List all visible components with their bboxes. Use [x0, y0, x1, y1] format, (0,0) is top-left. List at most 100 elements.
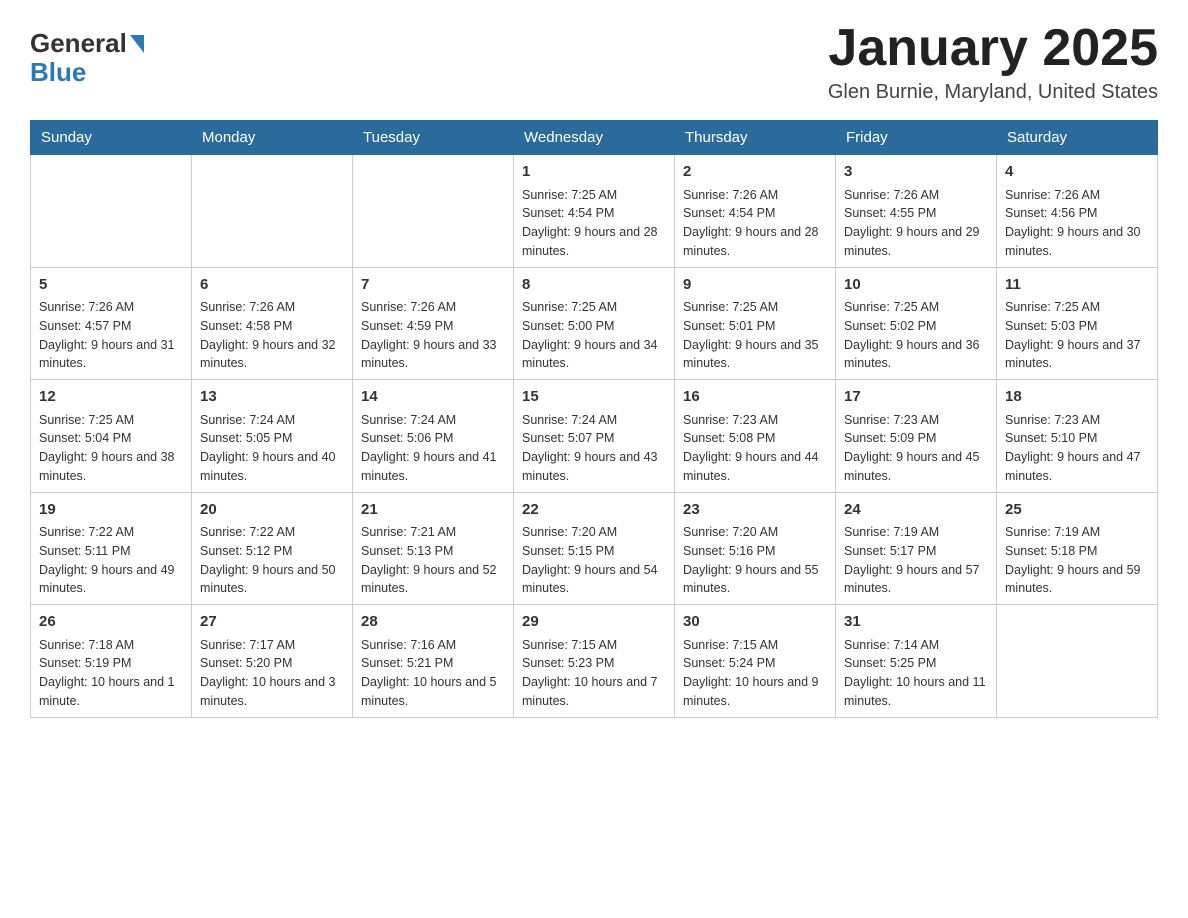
calendar-week-4: 19Sunrise: 7:22 AMSunset: 5:11 PMDayligh… [31, 492, 1158, 605]
daylight-text: Daylight: 9 hours and 49 minutes. [39, 561, 183, 599]
calendar-cell [192, 155, 353, 268]
calendar-cell: 5Sunrise: 7:26 AMSunset: 4:57 PMDaylight… [31, 267, 192, 380]
sunrise-text: Sunrise: 7:26 AM [361, 298, 505, 317]
daylight-text: Daylight: 9 hours and 29 minutes. [844, 223, 988, 261]
sunset-text: Sunset: 5:21 PM [361, 654, 505, 673]
sunset-text: Sunset: 5:08 PM [683, 429, 827, 448]
day-number: 28 [361, 611, 505, 634]
day-number: 14 [361, 386, 505, 409]
logo-container: General Blue [30, 28, 144, 88]
calendar-week-3: 12Sunrise: 7:25 AMSunset: 5:04 PMDayligh… [31, 380, 1158, 493]
day-number: 18 [1005, 386, 1149, 409]
daylight-text: Daylight: 9 hours and 33 minutes. [361, 336, 505, 374]
calendar-cell [997, 605, 1158, 718]
sunrise-text: Sunrise: 7:26 AM [39, 298, 183, 317]
day-number: 13 [200, 386, 344, 409]
sunrise-text: Sunrise: 7:25 AM [522, 186, 666, 205]
sunrise-text: Sunrise: 7:26 AM [844, 186, 988, 205]
calendar-cell: 6Sunrise: 7:26 AMSunset: 4:58 PMDaylight… [192, 267, 353, 380]
calendar-cell: 18Sunrise: 7:23 AMSunset: 5:10 PMDayligh… [997, 380, 1158, 493]
sunrise-text: Sunrise: 7:14 AM [844, 636, 988, 655]
calendar-cell: 14Sunrise: 7:24 AMSunset: 5:06 PMDayligh… [353, 380, 514, 493]
sunset-text: Sunset: 5:25 PM [844, 654, 988, 673]
logo-triangle-icon [130, 35, 144, 53]
sunset-text: Sunset: 5:16 PM [683, 542, 827, 561]
sunset-text: Sunset: 5:00 PM [522, 317, 666, 336]
daylight-text: Daylight: 9 hours and 50 minutes. [200, 561, 344, 599]
calendar-cell: 30Sunrise: 7:15 AMSunset: 5:24 PMDayligh… [675, 605, 836, 718]
day-number: 16 [683, 386, 827, 409]
sunrise-text: Sunrise: 7:20 AM [522, 523, 666, 542]
daylight-text: Daylight: 9 hours and 31 minutes. [39, 336, 183, 374]
sunset-text: Sunset: 4:55 PM [844, 204, 988, 223]
calendar-cell: 10Sunrise: 7:25 AMSunset: 5:02 PMDayligh… [836, 267, 997, 380]
sunrise-text: Sunrise: 7:25 AM [844, 298, 988, 317]
sunrise-text: Sunrise: 7:25 AM [1005, 298, 1149, 317]
calendar-cell: 27Sunrise: 7:17 AMSunset: 5:20 PMDayligh… [192, 605, 353, 718]
day-number: 15 [522, 386, 666, 409]
logo: General Blue [30, 28, 144, 88]
calendar-cell: 8Sunrise: 7:25 AMSunset: 5:00 PMDaylight… [514, 267, 675, 380]
sunrise-text: Sunrise: 7:15 AM [522, 636, 666, 655]
calendar-cell: 23Sunrise: 7:20 AMSunset: 5:16 PMDayligh… [675, 492, 836, 605]
daylight-text: Daylight: 9 hours and 35 minutes. [683, 336, 827, 374]
sunrise-text: Sunrise: 7:24 AM [200, 411, 344, 430]
sunrise-text: Sunrise: 7:22 AM [39, 523, 183, 542]
day-number: 11 [1005, 274, 1149, 297]
calendar-cell: 13Sunrise: 7:24 AMSunset: 5:05 PMDayligh… [192, 380, 353, 493]
calendar-cell: 7Sunrise: 7:26 AMSunset: 4:59 PMDaylight… [353, 267, 514, 380]
calendar-cell [353, 155, 514, 268]
calendar-cell: 4Sunrise: 7:26 AMSunset: 4:56 PMDaylight… [997, 155, 1158, 268]
calendar-week-2: 5Sunrise: 7:26 AMSunset: 4:57 PMDaylight… [31, 267, 1158, 380]
sunset-text: Sunset: 5:06 PM [361, 429, 505, 448]
page-header: General Blue January 2025 Glen Burnie, M… [30, 20, 1158, 104]
calendar-cell: 21Sunrise: 7:21 AMSunset: 5:13 PMDayligh… [353, 492, 514, 605]
calendar-cell: 16Sunrise: 7:23 AMSunset: 5:08 PMDayligh… [675, 380, 836, 493]
daylight-text: Daylight: 9 hours and 52 minutes. [361, 561, 505, 599]
sunrise-text: Sunrise: 7:18 AM [39, 636, 183, 655]
sunrise-text: Sunrise: 7:26 AM [683, 186, 827, 205]
sunrise-text: Sunrise: 7:16 AM [361, 636, 505, 655]
sunrise-text: Sunrise: 7:17 AM [200, 636, 344, 655]
title-section: January 2025 Glen Burnie, Maryland, Unit… [828, 20, 1158, 104]
day-number: 25 [1005, 499, 1149, 522]
sunrise-text: Sunrise: 7:25 AM [39, 411, 183, 430]
day-number: 24 [844, 499, 988, 522]
calendar-header-row: SundayMondayTuesdayWednesdayThursdayFrid… [31, 121, 1158, 155]
sunset-text: Sunset: 4:57 PM [39, 317, 183, 336]
daylight-text: Daylight: 9 hours and 44 minutes. [683, 448, 827, 486]
daylight-text: Daylight: 9 hours and 36 minutes. [844, 336, 988, 374]
day-number: 9 [683, 274, 827, 297]
sunrise-text: Sunrise: 7:20 AM [683, 523, 827, 542]
day-number: 21 [361, 499, 505, 522]
calendar-cell: 11Sunrise: 7:25 AMSunset: 5:03 PMDayligh… [997, 267, 1158, 380]
day-number: 26 [39, 611, 183, 634]
sunset-text: Sunset: 5:02 PM [844, 317, 988, 336]
day-number: 4 [1005, 161, 1149, 184]
sunset-text: Sunset: 5:04 PM [39, 429, 183, 448]
sunset-text: Sunset: 4:56 PM [1005, 204, 1149, 223]
daylight-text: Daylight: 9 hours and 37 minutes. [1005, 336, 1149, 374]
calendar-cell: 24Sunrise: 7:19 AMSunset: 5:17 PMDayligh… [836, 492, 997, 605]
sunrise-text: Sunrise: 7:26 AM [200, 298, 344, 317]
sunset-text: Sunset: 4:54 PM [522, 204, 666, 223]
sunset-text: Sunset: 5:13 PM [361, 542, 505, 561]
sunset-text: Sunset: 4:54 PM [683, 204, 827, 223]
calendar-cell: 1Sunrise: 7:25 AMSunset: 4:54 PMDaylight… [514, 155, 675, 268]
location: Glen Burnie, Maryland, United States [828, 81, 1158, 104]
day-number: 23 [683, 499, 827, 522]
daylight-text: Daylight: 9 hours and 40 minutes. [200, 448, 344, 486]
sunrise-text: Sunrise: 7:19 AM [844, 523, 988, 542]
sunset-text: Sunset: 5:09 PM [844, 429, 988, 448]
day-number: 27 [200, 611, 344, 634]
daylight-text: Daylight: 9 hours and 32 minutes. [200, 336, 344, 374]
day-number: 1 [522, 161, 666, 184]
day-number: 2 [683, 161, 827, 184]
daylight-text: Daylight: 10 hours and 5 minutes. [361, 673, 505, 711]
sunset-text: Sunset: 5:11 PM [39, 542, 183, 561]
day-number: 30 [683, 611, 827, 634]
day-number: 10 [844, 274, 988, 297]
day-number: 31 [844, 611, 988, 634]
day-number: 5 [39, 274, 183, 297]
calendar-cell: 31Sunrise: 7:14 AMSunset: 5:25 PMDayligh… [836, 605, 997, 718]
